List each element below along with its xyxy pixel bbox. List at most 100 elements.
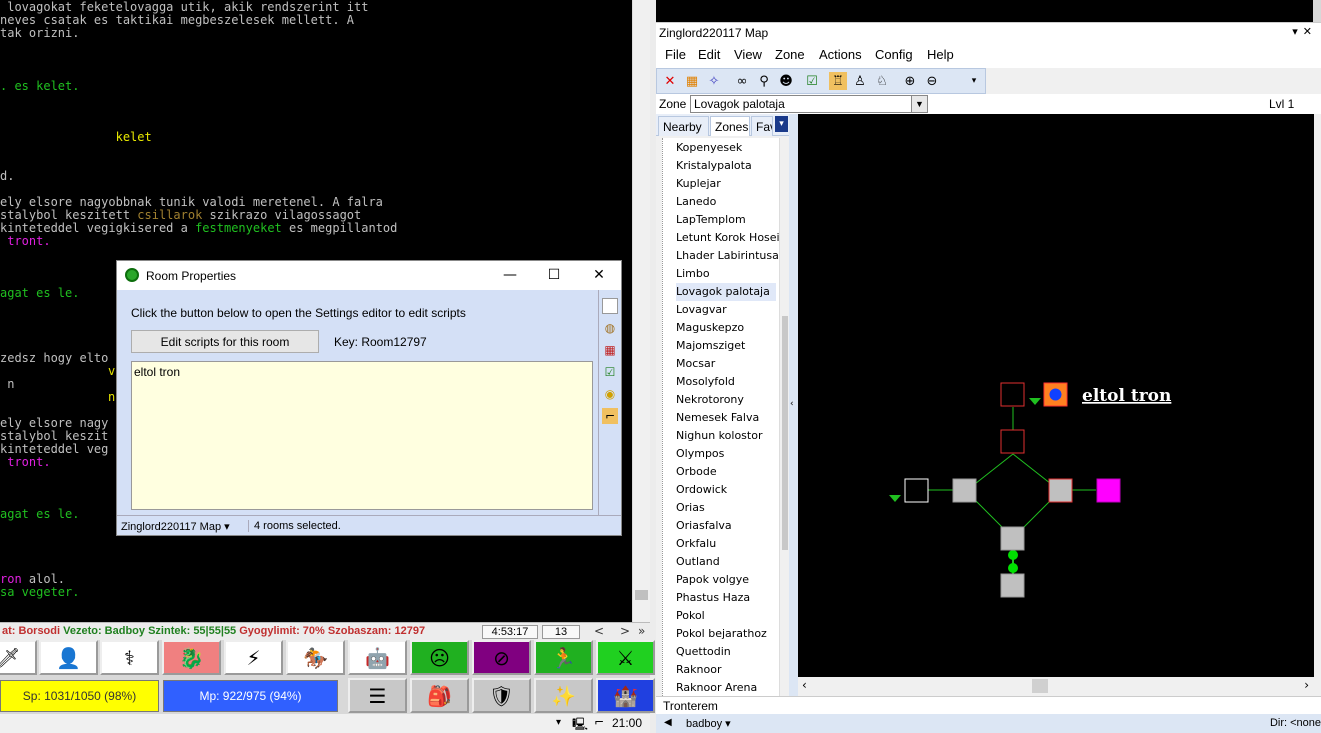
scroll-right-icon[interactable]: › xyxy=(1304,678,1309,692)
tab-fav[interactable]: Fav xyxy=(751,116,773,136)
map-room[interactable] xyxy=(1000,526,1025,551)
user-selector[interactable]: badboy ▾ xyxy=(686,717,731,730)
collapse-icon[interactable]: ◀ xyxy=(664,717,672,728)
crossed-swords-button[interactable]: ⚔ xyxy=(596,640,655,675)
map-room[interactable] xyxy=(904,478,929,503)
zone-list-item[interactable]: Ordowick xyxy=(676,481,776,499)
zone-list-item[interactable]: Lovagvar xyxy=(676,301,776,319)
menu-config[interactable]: Config xyxy=(875,47,913,62)
zone-list-item[interactable]: LapTemplom xyxy=(676,211,776,229)
tab-zones[interactable]: Zones xyxy=(710,116,750,136)
edit-scripts-button[interactable]: Edit scripts for this room xyxy=(131,330,319,353)
spine-button[interactable]: ⚕ xyxy=(100,640,159,675)
sword-button[interactable]: 🗡 xyxy=(0,640,37,675)
runner-icon[interactable]: ♘ xyxy=(873,72,891,90)
robot-button[interactable]: 🤖 xyxy=(348,640,407,675)
zone-list-item[interactable]: Raknoor Arena xyxy=(676,679,776,696)
zone-list-item[interactable]: Nekrotorony xyxy=(676,391,776,409)
magic-icon[interactable]: ✧ xyxy=(705,72,723,90)
zone-list-item[interactable]: Orias xyxy=(676,499,776,517)
cancel-button[interactable]: ⊘ xyxy=(472,640,531,675)
nav-right-icon[interactable]: > xyxy=(620,624,630,638)
dropdown-arrow-icon[interactable]: ▾ xyxy=(556,717,561,728)
zone-list-item[interactable]: Letunt Korok Hosei xyxy=(676,229,780,247)
zone-list-item[interactable]: Quettodin xyxy=(676,643,776,661)
menu-view[interactable]: View xyxy=(734,47,762,62)
map-vertical-scrollbar[interactable] xyxy=(1314,114,1321,677)
nav-left-icon[interactable]: < xyxy=(594,624,604,638)
map-label[interactable]: eltol tron xyxy=(1082,386,1171,406)
menu-edit[interactable]: Edit xyxy=(698,47,720,62)
zone-list-item[interactable]: Lanedo xyxy=(676,193,776,211)
zone-list-item[interactable]: Nighun kolostor xyxy=(676,427,776,445)
map-room[interactable] xyxy=(1000,573,1025,598)
zone-list-item[interactable]: Majomsziget xyxy=(676,337,776,355)
backpack-button[interactable]: 🎒 xyxy=(410,678,469,713)
binoculars-icon[interactable]: ∞ xyxy=(733,72,751,90)
terminal-scrollbar[interactable] xyxy=(632,0,650,622)
zone-list-item[interactable]: Mocsar xyxy=(676,355,776,373)
zone-list-item[interactable]: Olympos xyxy=(676,445,776,463)
user-search-icon[interactable]: ☻ xyxy=(777,72,795,90)
toolbar-options-icon[interactable]: ▾ xyxy=(965,72,983,90)
list-button[interactable]: ☰ xyxy=(348,678,407,713)
nav-end-icon[interactable]: » xyxy=(638,624,645,638)
zone-list-item[interactable]: Lovagok palotaja xyxy=(676,283,776,301)
menu-actions[interactable]: Actions xyxy=(819,47,862,62)
scroll-left-icon[interactable]: ‹ xyxy=(802,678,807,692)
close-icon[interactable]: ✕ xyxy=(584,265,614,285)
people-icon[interactable]: ♙ xyxy=(851,72,869,90)
zone-list-item[interactable]: Oriasfalva xyxy=(676,517,776,535)
storm-button[interactable]: ⚡ xyxy=(224,640,283,675)
cookie-icon[interactable]: ◍ xyxy=(602,320,618,336)
map-room[interactable] xyxy=(952,478,977,503)
tabs-dropdown-icon[interactable]: ▾ xyxy=(775,116,788,132)
zone-list-item[interactable]: Kristalypalota xyxy=(676,157,776,175)
color-grid-icon[interactable]: ▦ xyxy=(602,342,618,358)
zone-list-item[interactable]: Phastus Haza xyxy=(676,589,776,607)
zone-list-item[interactable]: Papok volgye xyxy=(676,571,776,589)
zone-select[interactable]: Lovagok palotaja ▼ xyxy=(690,95,928,113)
map-canvas[interactable]: eltol tron xyxy=(798,114,1321,677)
zone-list-item[interactable]: Pokol xyxy=(676,607,776,625)
zone-list-item[interactable]: Nemesek Falva xyxy=(676,409,776,427)
dragon-button[interactable]: 🐉 xyxy=(162,640,221,675)
scroll-thumb[interactable] xyxy=(635,590,648,600)
close-icon[interactable]: ✕ xyxy=(661,72,679,90)
maximize-icon[interactable]: ☐ xyxy=(539,265,569,285)
checkbox-icon[interactable]: ☑ xyxy=(602,364,618,380)
zoom-out-icon[interactable]: ⊖ xyxy=(923,72,941,90)
zone-list-item[interactable]: Maguskepzo xyxy=(676,319,776,337)
menu-zone[interactable]: Zone xyxy=(775,47,805,62)
zone-list-item[interactable]: Raknoor xyxy=(676,661,776,679)
horse-rider-button[interactable]: 🏇 xyxy=(286,640,345,675)
panel-splitter[interactable]: ‹ xyxy=(789,114,798,696)
checkbox-icon[interactable]: ☑ xyxy=(803,72,821,90)
coins-icon[interactable]: ◉ xyxy=(602,386,618,402)
zone-list-item[interactable]: Orbode xyxy=(676,463,776,481)
zone-list-item[interactable]: Kopenyesek xyxy=(676,139,776,157)
zone-list-item[interactable]: Limbo xyxy=(676,265,776,283)
zone-list-scrollbar[interactable] xyxy=(779,138,788,696)
zone-list-item[interactable]: Kuplejar xyxy=(676,175,776,193)
scroll-thumb[interactable] xyxy=(1032,679,1048,693)
map-room[interactable] xyxy=(1000,382,1025,407)
character-button[interactable]: 👤 xyxy=(39,640,98,675)
grid-icon[interactable]: ▦ xyxy=(683,72,701,90)
map-room[interactable] xyxy=(1000,429,1025,454)
gun-icon[interactable]: ⌐ xyxy=(602,408,618,424)
collapse-left-icon[interactable]: ‹ xyxy=(790,399,794,409)
armor-button[interactable]: 🛡 xyxy=(472,678,531,713)
map-room[interactable] xyxy=(1096,478,1121,503)
window-controls[interactable]: ▾✕ xyxy=(1292,25,1317,38)
map-room[interactable] xyxy=(1048,478,1073,503)
scroll-thumb[interactable] xyxy=(782,316,788,550)
status-map-selector[interactable]: Zinglord220117 Map ▾ xyxy=(121,520,230,533)
map-graph[interactable]: eltol tron xyxy=(798,114,1321,677)
chevron-down-icon[interactable]: ▼ xyxy=(911,96,927,112)
document-icon[interactable] xyxy=(602,298,618,314)
castle-button[interactable]: 🏰 xyxy=(596,678,655,713)
zone-list-item[interactable]: Mosolyfold xyxy=(676,373,776,391)
zoom-in-icon[interactable]: ⊕ xyxy=(901,72,919,90)
menu-help[interactable]: Help xyxy=(927,47,954,62)
